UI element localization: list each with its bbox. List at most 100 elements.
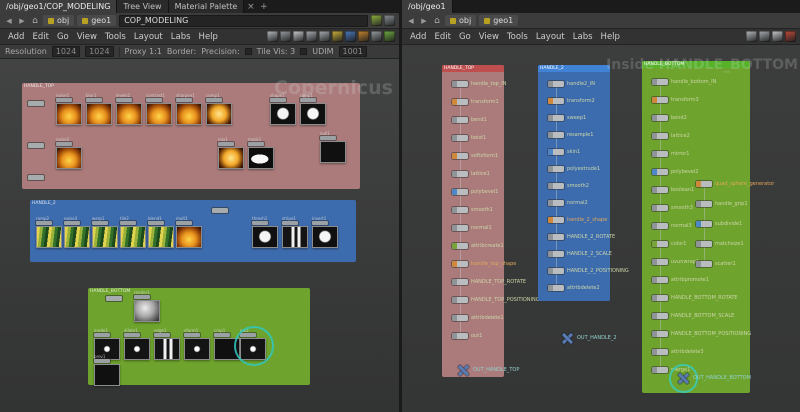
- graph-node[interactable]: HANDLE_2_ROTATE: [548, 234, 564, 240]
- graph-node[interactable]: HANDLE_2_POSITIONING: [548, 268, 564, 274]
- graph-node[interactable]: HANDLE_BOTTOM_ROTATE: [652, 295, 668, 301]
- snapshot-icon[interactable]: [371, 15, 382, 26]
- menu-view[interactable]: View: [475, 32, 503, 42]
- graph-node[interactable]: attribcreate1: [452, 243, 468, 249]
- graph-node[interactable]: handle2_IN: [548, 81, 564, 87]
- graph-node[interactable]: handle_top_shape: [452, 261, 468, 267]
- graph-node[interactable]: bend2: [652, 115, 668, 121]
- graph-node[interactable]: color1: [652, 241, 668, 247]
- menu-help[interactable]: Help: [597, 32, 624, 42]
- graph-node[interactable]: merge1: [652, 367, 668, 373]
- graph-node-thumbnail[interactable]: sharpen1: [176, 93, 202, 125]
- pane-tab[interactable]: Tree View: [117, 0, 168, 13]
- palette-grid-icon[interactable]: [332, 31, 343, 42]
- swatch-blue-icon[interactable]: [345, 31, 356, 42]
- graph-node[interactable]: out1: [452, 333, 468, 339]
- graph-node-thumbnail[interactable]: edge1: [154, 328, 180, 360]
- tab-close-button[interactable]: ×: [244, 0, 257, 13]
- graph-node[interactable]: skin1: [548, 149, 564, 155]
- graph-node-thumbnail[interactable]: invert1: [312, 216, 338, 248]
- graph-node-thumbnail[interactable]: contrast1: [146, 93, 172, 125]
- backdrop-handle_2[interactable]: HANDLE_2handle2_INtransform2sweep1resamp…: [538, 65, 610, 301]
- graph-node[interactable]: HANDLE_2_SCALE: [548, 251, 564, 257]
- graph-node[interactable]: attribdelete2: [548, 285, 564, 291]
- pin-icon[interactable]: [384, 15, 395, 26]
- menu-edit[interactable]: Edit: [28, 32, 52, 42]
- back-button[interactable]: ◀: [406, 17, 416, 25]
- graph-node[interactable]: HANDLE_TOP_ROTATE: [452, 279, 468, 285]
- menu-edit[interactable]: Edit: [430, 32, 454, 42]
- graph-node-thumbnail[interactable]: crop1: [214, 328, 240, 360]
- hammer-icon[interactable]: [280, 31, 291, 42]
- menu-add[interactable]: Add: [406, 32, 430, 42]
- list-icon[interactable]: [759, 31, 770, 42]
- graph-node[interactable]: normal2: [548, 200, 564, 206]
- graph-node-thumbnail[interactable]: ramp2: [36, 216, 62, 248]
- backdrop-handle_bottom[interactable]: HANDLE_BOTTOMrender1erode1dilate1edge1xf…: [88, 288, 310, 385]
- graph-node[interactable]: handle_top_IN: [452, 81, 468, 87]
- graph-node[interactable]: [28, 175, 44, 180]
- tab-add-button[interactable]: +: [257, 0, 270, 13]
- backdrop-handle_2[interactable]: HANDLE_2ramp2noise3warp1tile2blend1mult1…: [30, 200, 356, 262]
- graph-node-thumbnail[interactable]: levels1: [116, 93, 142, 125]
- graph-node[interactable]: [28, 101, 44, 106]
- graph-node-thumbnail[interactable]: xform1: [184, 328, 210, 360]
- graph-node[interactable]: mirror1: [652, 151, 668, 157]
- graph-node[interactable]: attribdelete3: [652, 349, 668, 355]
- output-null-node[interactable]: OUT_HANDLE_TOP: [458, 365, 469, 376]
- pane-tab[interactable]: /obj/geo1/COP_MODELING: [0, 0, 117, 13]
- graph-node[interactable]: [106, 296, 122, 301]
- graph-node[interactable]: uvunwrap1: [652, 259, 668, 265]
- path-chip-obj[interactable]: obj: [445, 15, 476, 26]
- columns-icon[interactable]: [319, 31, 330, 42]
- camera-icon[interactable]: [384, 31, 395, 42]
- menu-go[interactable]: Go: [53, 32, 73, 42]
- right-network-editor[interactable]: HANDLE_TOPhandle_top_INtransform1bend1tw…: [402, 45, 800, 412]
- menu-labs[interactable]: Labs: [569, 32, 597, 42]
- menu-help[interactable]: Help: [195, 32, 222, 42]
- menu-add[interactable]: Add: [4, 32, 28, 42]
- graph-node[interactable]: [28, 143, 44, 148]
- backdrop-handle_top[interactable]: HANDLE_TOPhandle_top_INtransform1bend1tw…: [442, 65, 504, 377]
- graph-node[interactable]: attribdelete1: [452, 315, 468, 321]
- path-input[interactable]: COP_MODELING: [119, 15, 368, 27]
- graph-node[interactable]: boolean1: [652, 187, 668, 193]
- graph-node[interactable]: handle_grip1: [696, 201, 712, 207]
- graph-node[interactable]: HANDLE_BOTTOM_POSITIONING: [652, 331, 668, 337]
- graph-node[interactable]: softxform1: [452, 153, 468, 159]
- graph-node[interactable]: smooth1: [452, 207, 468, 213]
- graph-node-thumbnail[interactable]: dilate1: [124, 328, 150, 360]
- menu-layout[interactable]: Layout: [532, 32, 569, 42]
- graph-node-thumbnail[interactable]: shape1: [270, 93, 296, 125]
- udim-field[interactable]: 1001: [339, 46, 367, 57]
- graph-node-thumbnail[interactable]: null1: [320, 131, 346, 163]
- graph-node-thumbnail[interactable]: warp1: [92, 216, 118, 248]
- pane-tab[interactable]: /obj/geo1: [402, 0, 453, 13]
- graph-node-thumbnail[interactable]: mix1: [218, 137, 244, 169]
- forward-button[interactable]: ▶: [17, 17, 27, 25]
- graph-node-thumbnail[interactable]: mask1: [248, 137, 274, 169]
- grid-icon[interactable]: [772, 31, 783, 42]
- graph-node[interactable]: quad_sphere_generator: [696, 181, 712, 187]
- graph-node[interactable]: matchsize1: [696, 241, 712, 247]
- graph-node[interactable]: transform1: [452, 99, 468, 105]
- graph-node[interactable]: polyextrude1: [548, 166, 564, 172]
- layout-grid-icon[interactable]: [306, 31, 317, 42]
- pane-tab[interactable]: Material Palette: [169, 0, 245, 13]
- grid-icon[interactable]: [293, 31, 304, 42]
- path-chip-geo1[interactable]: geo1: [479, 15, 518, 26]
- udim-checkbox[interactable]: [300, 48, 307, 55]
- back-button[interactable]: ◀: [4, 17, 14, 25]
- graph-node-thumbnail[interactable]: blur1: [86, 93, 112, 125]
- graph-node-thumbnail[interactable]: prev1: [94, 354, 120, 386]
- tools-icon[interactable]: [267, 31, 278, 42]
- graph-node[interactable]: HANDLE_TOP_POSITIONING: [452, 297, 468, 303]
- graph-node[interactable]: attribpromote1: [652, 277, 668, 283]
- graph-node[interactable]: transform2: [548, 98, 564, 104]
- swatch-orange-icon[interactable]: [358, 31, 369, 42]
- graph-node-thumbnail[interactable]: render1: [134, 290, 160, 322]
- graph-node-thumbnail[interactable]: noise2: [56, 137, 82, 169]
- graph-node[interactable]: twist1: [452, 135, 468, 141]
- red-grid-icon[interactable]: [785, 31, 796, 42]
- menu-labs[interactable]: Labs: [167, 32, 195, 42]
